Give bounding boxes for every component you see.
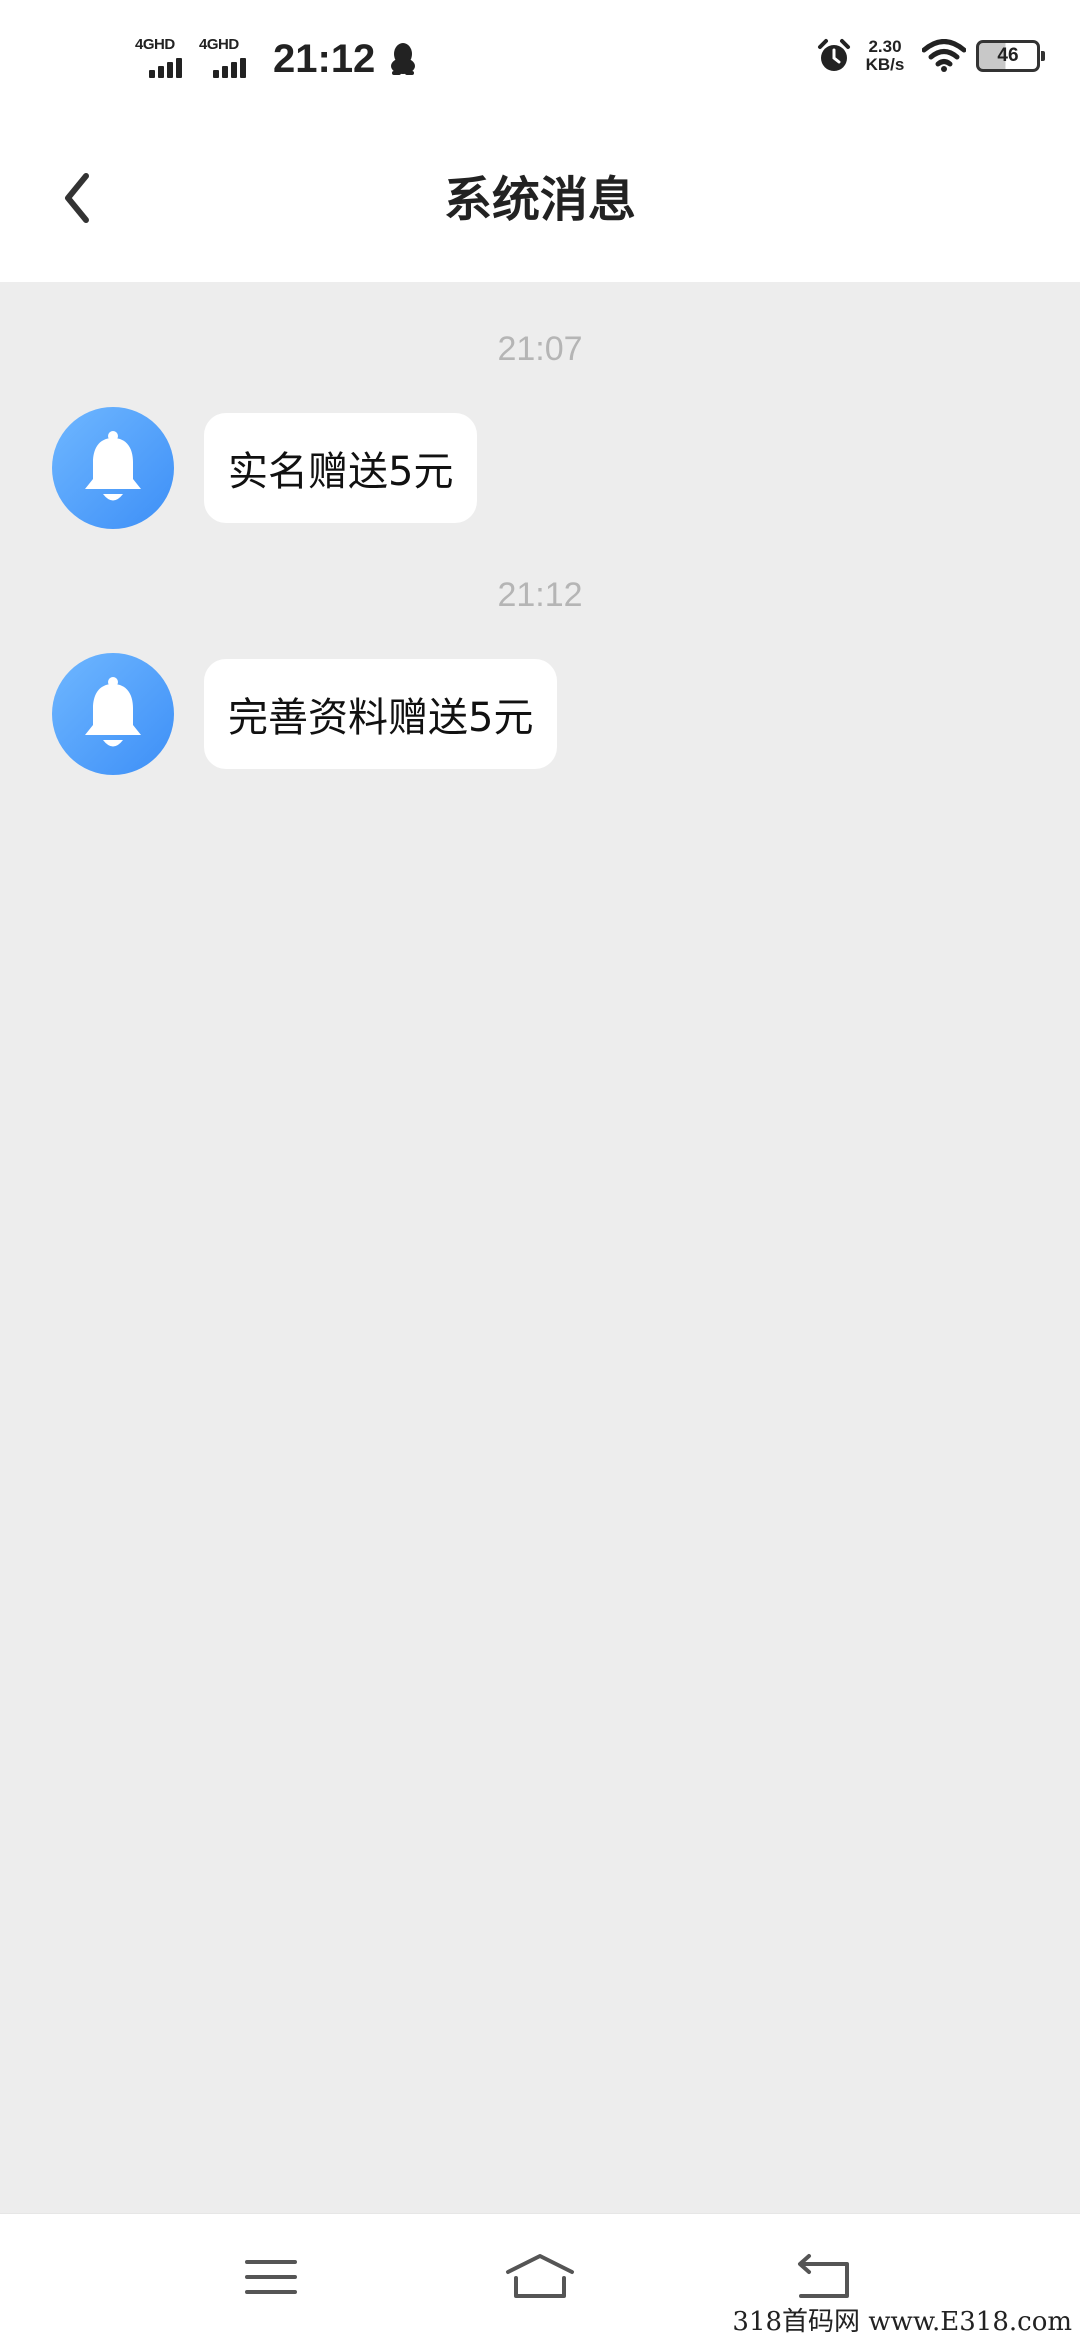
status-time: 21:12 (273, 36, 376, 81)
watermark: 318首码网 www.E318.com (728, 2301, 1076, 2338)
bell-icon (85, 677, 141, 747)
menu-icon (245, 2260, 297, 2294)
wifi-icon (922, 39, 966, 72)
message-item: 实名赠送5元 (52, 407, 478, 529)
speed-unit: KB/s (865, 55, 905, 74)
speed-value: 2.30 (868, 37, 902, 56)
avatar[interactable] (52, 653, 174, 775)
home-button[interactable] (500, 2244, 580, 2310)
avatar[interactable] (52, 407, 174, 529)
message-bubble[interactable]: 完善资料赠送5元 (204, 659, 558, 769)
bell-icon (85, 431, 141, 501)
battery-icon: 46 (976, 40, 1045, 72)
message-item: 完善资料赠送5元 (52, 653, 558, 775)
status-bar: 4GHD 4GHD 21:12 2.30 KB/s 46 (0, 0, 1080, 110)
home-icon (506, 2254, 574, 2298)
menu-button[interactable] (231, 2244, 311, 2310)
qq-icon (391, 43, 416, 75)
network-speed: 2.30 KB/s (860, 38, 910, 74)
signal-icon: 4GHD (135, 36, 191, 82)
battery-level: 46 (997, 45, 1019, 66)
status-left: 4GHD 4GHD 21:12 (135, 36, 417, 82)
message-time: 21:07 (497, 330, 583, 368)
message-time: 21:12 (497, 576, 583, 614)
network-type-1: 4GHD (135, 36, 175, 53)
network-type-2: 4GHD (199, 36, 239, 53)
signal-icon: 4GHD (199, 36, 255, 82)
alarm-icon (818, 39, 850, 71)
status-right: 2.30 KB/s 46 (816, 38, 1045, 74)
page-title: 系统消息 (443, 172, 636, 228)
screen: 4GHD 4GHD 21:12 2.30 KB/s 46 系统消息 21:07 … (0, 0, 1080, 2340)
message-bubble[interactable]: 实名赠送5元 (204, 413, 478, 523)
nav-bar: 系统消息 (0, 110, 1080, 282)
